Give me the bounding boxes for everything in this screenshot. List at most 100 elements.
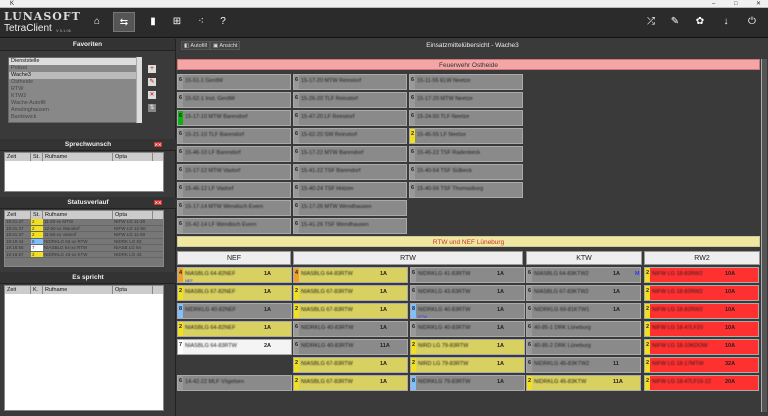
unit-card[interactable]: 6 15-26-20 TLF Reinstorf bbox=[293, 92, 407, 108]
unit-card[interactable]: 2 NIASBLG 67-83RTW 1A bbox=[293, 357, 408, 373]
list-item[interactable]: Ostheide bbox=[9, 79, 141, 86]
unit-card[interactable]: 2 NIASBLG 64-82NEF 1A bbox=[177, 321, 292, 337]
unit-card[interactable]: 6 15-17-12 MTW Vastorf bbox=[177, 164, 291, 180]
unit-card[interactable]: 6 14-42-22 MLF Vögelsen bbox=[177, 375, 292, 391]
unit-card[interactable]: 2 NIASBLG 67-83RTW 1A bbox=[293, 303, 408, 319]
unit-card[interactable]: 8 NIDRKLG 40-82NEF 1A bbox=[177, 303, 292, 319]
delete-favorite-icon[interactable]: ✕ bbox=[148, 91, 156, 99]
dots-icon[interactable]: ⁖ bbox=[190, 12, 212, 32]
unit-card[interactable]: 6 15-47-20 LF Reinstorf bbox=[293, 110, 407, 126]
column-header[interactable]: Opta bbox=[113, 211, 153, 219]
close-icon[interactable]: ✕✕ bbox=[154, 200, 162, 205]
edit-favorite-icon[interactable]: ✎ bbox=[148, 78, 156, 86]
unit-card[interactable]: 6 15-40-24 TSF Holzen bbox=[293, 182, 407, 198]
unit-card[interactable]: 6 15-17-10 MTW Barendorf bbox=[177, 110, 291, 126]
wrench-icon[interactable]: ✎ bbox=[664, 12, 686, 32]
unit-card[interactable]: 2 NIFW LG 18-82RW2 10A bbox=[644, 267, 759, 283]
unit-card[interactable]: 6 NIDRKLG 40-83RTW 11A bbox=[293, 339, 408, 355]
unit-card[interactable]: 6 15-11-55 ELW Neetze bbox=[409, 74, 523, 90]
unit-card[interactable]: 2 15-45-55 LF Neetze bbox=[409, 128, 523, 144]
home-icon[interactable]: ⌂ bbox=[86, 12, 108, 32]
unit-card[interactable]: 6 40-85-2 DRK Lüneburg bbox=[526, 339, 641, 355]
list-item[interactable]: Wache Autofill bbox=[9, 100, 141, 107]
unit-card[interactable]: 2 NIRD LG 79-83RTW 1A bbox=[410, 339, 525, 355]
favoriten-scrollbar[interactable] bbox=[136, 57, 142, 123]
help-icon[interactable]: ? bbox=[212, 12, 234, 32]
minimize-button[interactable]: – bbox=[712, 0, 715, 8]
move-favorite-icon[interactable]: ⇅ bbox=[148, 104, 156, 112]
power-icon[interactable]: ⏻ bbox=[741, 12, 763, 32]
unit-card[interactable]: 6 15-41-22 TSF Barendorf bbox=[293, 164, 407, 180]
unit-card[interactable]: 6 15-24-50 TLF Neetze bbox=[409, 110, 523, 126]
unit-card[interactable]: 6 15-52-1 Inst. GerdW bbox=[177, 92, 291, 108]
column-header[interactable]: Rufname bbox=[43, 211, 113, 219]
unit-card[interactable]: 2 NIDRKLG 45-83KTW 11A bbox=[526, 375, 641, 391]
unit-card[interactable]: 6 40-85-1 DRK Lüneburg bbox=[526, 321, 641, 337]
unit-card[interactable] bbox=[177, 357, 292, 373]
unit-card[interactable]: 6 15-46-10 LF Barendorf bbox=[177, 146, 291, 162]
unit-card[interactable]: 6 15-40-56 TSF Thomasburg bbox=[409, 182, 523, 198]
favoriten-list[interactable]: Dienststelle Polizei Wache3 Ostheide RTW… bbox=[8, 57, 142, 123]
list-item[interactable]: Bardowick bbox=[9, 114, 141, 121]
unit-card[interactable]: 6 NIDRKLG 40-83RTW 1A bbox=[293, 321, 408, 337]
unit-card[interactable]: 2 NIASBLG 67-82NEF 1A bbox=[177, 285, 292, 301]
unit-card[interactable]: 6 15-17-20 MTW Reinstorf bbox=[293, 74, 407, 90]
unit-card[interactable]: 4 NIASBLG 64-82NEF 1A NEF bbox=[177, 267, 292, 283]
column-header[interactable]: Rufname bbox=[43, 153, 113, 161]
column-header[interactable]: Zeit bbox=[5, 211, 31, 219]
vehicle-swap-icon[interactable]: ⇆ bbox=[113, 12, 135, 32]
column-header[interactable]: K. bbox=[31, 286, 43, 294]
unit-card[interactable]: 6 15-21-10 TLF Barendorf bbox=[177, 128, 291, 144]
network-icon[interactable]: ⊞ bbox=[166, 12, 188, 32]
unit-card[interactable]: 6 15-41-26 TSF Wendhausen bbox=[293, 218, 407, 234]
unit-card[interactable]: 2 NIASBLG 67-83RTW 1A bbox=[293, 285, 408, 301]
unit-card[interactable]: 6 NIDRKLG 43-83RTW 1A bbox=[410, 285, 525, 301]
main-scrollbar[interactable] bbox=[761, 59, 767, 412]
column-header[interactable]: Rufname bbox=[43, 286, 113, 294]
column-header[interactable]: St. bbox=[31, 153, 43, 161]
unit-card[interactable]: 2 NIRD LG 79-83RTW 1A bbox=[410, 357, 525, 373]
shuffle-icon[interactable]: ⤮ bbox=[640, 12, 662, 32]
unit-card[interactable]: 6 NIDRKLG 69-81KTW1 1A bbox=[526, 303, 641, 319]
unit-card[interactable]: 6 NIDRKLG 41-83RTW 1A bbox=[410, 267, 525, 283]
unit-card[interactable]: 6 15-17-20 MTW Neetze bbox=[409, 92, 523, 108]
table-row[interactable]: 19:16:57 2 NIDRKLG 43-xx KTW NIDRK LG 43 bbox=[5, 251, 163, 258]
list-item[interactable]: Wache3 bbox=[9, 72, 141, 79]
column-header[interactable]: Opta bbox=[113, 153, 153, 161]
ansicht-button[interactable]: ▣ Ansicht bbox=[210, 41, 241, 50]
unit-card[interactable]: 6 15-17-14 MTW Wendisch Evern bbox=[177, 200, 291, 216]
unit-card[interactable]: 6 15-40-54 TSF Sülbeck bbox=[409, 164, 523, 180]
maximize-button[interactable]: □ bbox=[734, 0, 738, 8]
unit-card[interactable]: 6 15-45-22 TSF Radenbeck bbox=[409, 146, 523, 162]
unit-card[interactable]: 6 15-46-12 LF Vastorf bbox=[177, 182, 291, 198]
download-icon[interactable]: ↓ bbox=[715, 12, 737, 32]
unit-card[interactable]: 6 15-42-14 LF Wendisch Evern bbox=[177, 218, 291, 234]
unit-card[interactable]: 2 NIFW LG 18-17MTW 32A bbox=[644, 357, 759, 373]
close-icon[interactable]: ✕✕ bbox=[154, 142, 162, 147]
list-item[interactable]: RTW bbox=[9, 86, 141, 93]
unit-card[interactable]: 6 NIASBLG 67-83KTW2 1A bbox=[526, 285, 641, 301]
column-header[interactable]: St. bbox=[31, 211, 43, 219]
unit-card[interactable]: 8 NIDRKLG 40-83RTW 1A RTW bbox=[410, 303, 525, 319]
unit-card[interactable]: 2 NIFW LG 18-10KDOW 10A bbox=[644, 339, 759, 355]
unit-card[interactable]: 8 NIDRKLG 79-83RTW 1A bbox=[410, 375, 525, 391]
column-header[interactable]: Zeit bbox=[5, 286, 31, 294]
list-item[interactable]: Polizei bbox=[9, 65, 141, 72]
unit-card[interactable]: 6 15-17-26 MTW Wendhausen bbox=[293, 200, 407, 216]
column-header[interactable]: Zeit bbox=[5, 153, 31, 161]
unit-card[interactable]: 2 NIFW LG 18-47LF20 10A bbox=[644, 321, 759, 337]
autofill-button[interactable]: ◧ Autofill bbox=[181, 41, 210, 50]
unit-card[interactable]: 7 NIASBLG 64-83RTW 2A bbox=[177, 339, 292, 355]
unit-card[interactable]: 6 NIASBLG 64-83KTW2 1A M bbox=[526, 267, 641, 283]
unit-card[interactable]: 2 NIFW LG 18-82RW2 10A bbox=[644, 303, 759, 319]
unit-card[interactable]: 2 NIASBLG 67-83RTW 1A bbox=[293, 375, 408, 391]
unit-card[interactable]: 6 15-62-20 SW Reinstorf bbox=[293, 128, 407, 144]
close-button[interactable]: ✕ bbox=[756, 0, 761, 8]
list-item[interactable]: Dienststelle bbox=[9, 58, 141, 65]
list-item[interactable]: KTW2 bbox=[9, 93, 141, 100]
unit-card[interactable]: 6 15-51-1 GerdW bbox=[177, 74, 291, 90]
column-header[interactable]: Opta bbox=[113, 286, 153, 294]
unit-card[interactable]: 2 NIFW LG 18-82RW2 10A bbox=[644, 285, 759, 301]
unit-card[interactable]: 6 NIDRKLG 40-83RTW 1A bbox=[410, 321, 525, 337]
phone-icon[interactable]: ▮ bbox=[142, 12, 164, 32]
